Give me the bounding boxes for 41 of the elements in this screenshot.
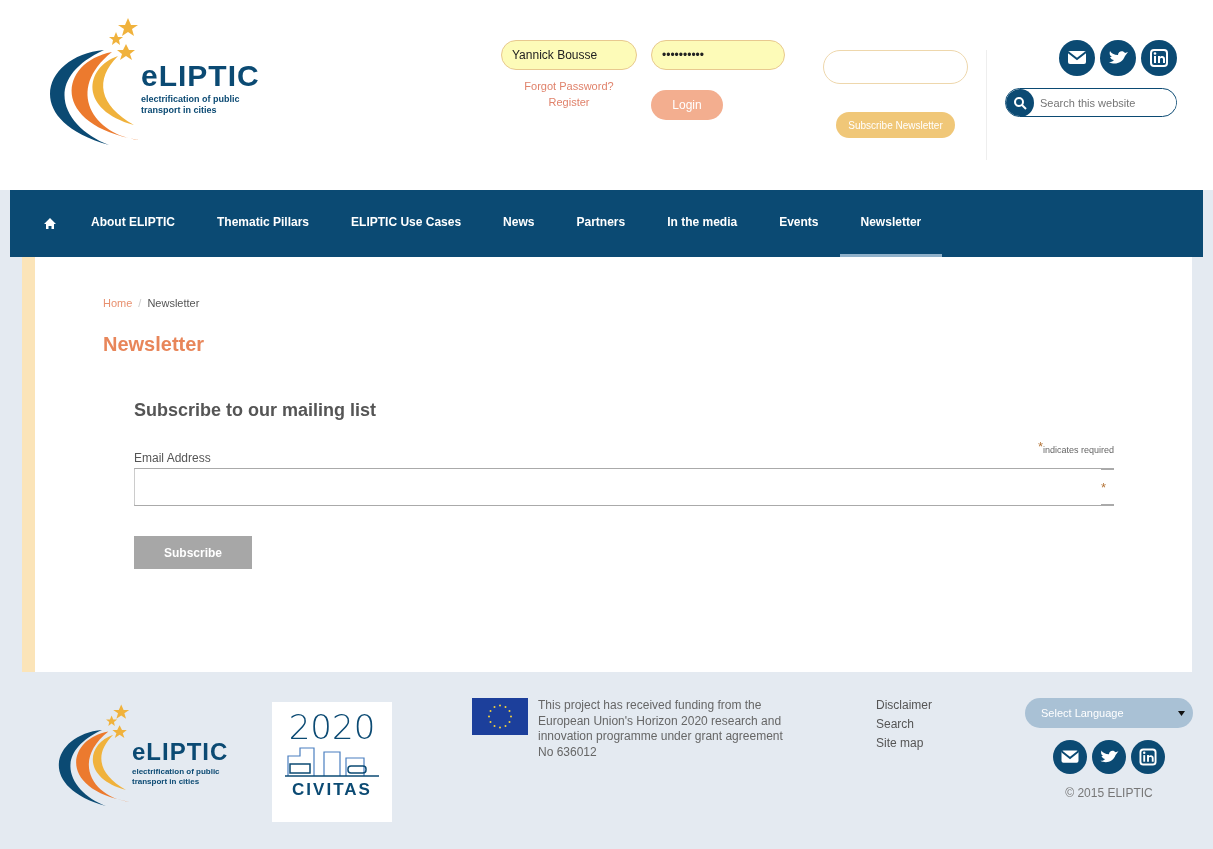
search-field[interactable]: Search this website (1005, 88, 1177, 117)
footer-link[interactable]: Disclaimer (876, 698, 932, 712)
breadcrumb-separator: / (138, 297, 142, 309)
funding-text: This project has received funding from the European Union's Horizon 2020 research and innovation programme under grant agreement No 636012 (538, 698, 784, 761)
required-mark: * (1037, 439, 1043, 454)
nav-tab[interactable]: In the media (646, 190, 759, 257)
nav-tab[interactable]: Thematic Pillars (196, 190, 331, 257)
nav-tab[interactable]: Partners (555, 190, 647, 257)
bird-icon[interactable] (1092, 740, 1126, 774)
bird-icon[interactable] (1100, 40, 1136, 76)
linkedin-icon[interactable] (1131, 740, 1165, 774)
eu-flag-icon (472, 698, 528, 735)
nav-tab[interactable]: News (482, 190, 556, 257)
logo-tagline: electrification of public transport in cities (132, 766, 221, 787)
password-field[interactable]: •••••••••• (651, 40, 785, 70)
footer-link[interactable]: Site map (876, 736, 932, 750)
mail-icon[interactable] (1053, 740, 1087, 774)
form-heading: Subscribe to our mailing list (134, 400, 378, 421)
nav-tab[interactable]: About ELIPTIC (70, 190, 196, 257)
civitas-year: 2020 (288, 710, 376, 744)
newsletter-email-field[interactable] (823, 50, 968, 84)
email-field[interactable]: * (134, 468, 1114, 506)
linkedin-icon[interactable] (1141, 40, 1177, 76)
logo-tagline: electrification of public transport in cities (141, 94, 241, 116)
required-note: indicates required (1042, 445, 1114, 455)
copyright: © 2015 ELIPTIC (1065, 786, 1153, 800)
home-icon (44, 218, 56, 229)
nav-tab[interactable]: ELIPTIC Use Cases (330, 190, 483, 257)
search-icon (1013, 95, 1027, 110)
civitas-name: CIVITAS (292, 780, 372, 800)
logo-wordmark: eLIPTIC (141, 61, 261, 92)
breadcrumb-current: Newsletter (147, 297, 200, 309)
footer-link[interactable]: Search (876, 717, 932, 731)
logo-wordmark: eLIPTIC (132, 739, 230, 764)
page-title: Newsletter (103, 333, 206, 356)
caret-icon (1178, 710, 1185, 716)
field-label: Email Address (134, 451, 212, 465)
mail-icon[interactable] (1059, 40, 1095, 76)
required-mark: * (1100, 479, 1106, 495)
nav-tab[interactable]: Events (758, 190, 840, 257)
username-field[interactable]: Yannick Bousse (501, 40, 637, 70)
